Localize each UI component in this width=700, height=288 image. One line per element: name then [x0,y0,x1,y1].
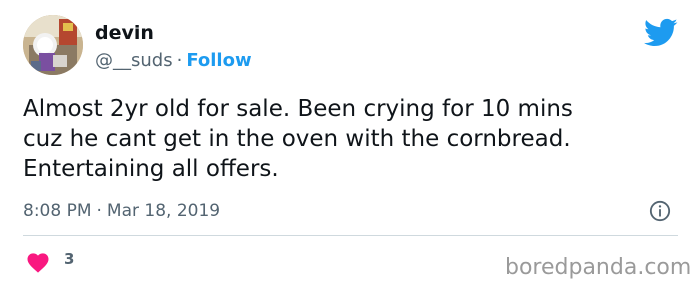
author-handle-row: @__suds · Follow [95,50,252,72]
tweet-card: devin @__suds · Follow Almost 2yr old for … [0,0,700,288]
separator-dot: · [176,50,183,71]
tweet-time[interactable]: 8:08 PM [23,201,92,221]
watermark: boredpanda.com [505,255,692,280]
tweet-timestamp[interactable]: 8:08 PM · Mar 18, 2019 [23,200,220,222]
author-handle[interactable]: @__suds [95,50,173,71]
heart-icon[interactable] [26,251,50,273]
avatar[interactable] [23,15,83,75]
follow-button[interactable]: Follow [186,50,251,71]
avatar-image [23,15,83,75]
info-icon[interactable] [649,200,671,222]
twitter-bird-icon[interactable] [644,18,678,48]
divider [23,235,678,236]
author-display-name[interactable]: devin [95,22,154,44]
tweet-text: Almost 2yr old for sale. Been crying for… [23,96,573,182]
like-count: 3 [64,250,75,268]
tweet-date[interactable]: Mar 18, 2019 [107,201,220,221]
separator-dot: · [96,201,102,221]
